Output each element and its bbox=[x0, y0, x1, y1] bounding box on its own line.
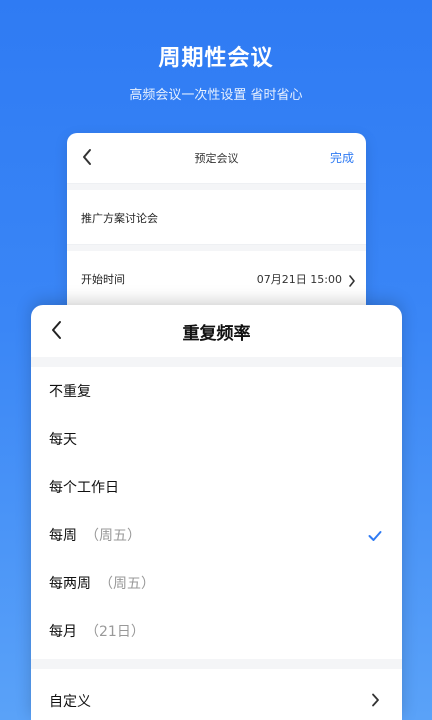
option-hint: （21日） bbox=[85, 624, 145, 640]
repeat-frequency-sheet: 重复频率 不重复 每天 每个工作日 每周 （周五） 每两周 （周五） 每月 （21日）… bbox=[31, 305, 402, 720]
option-custom[interactable]: 自定义 bbox=[31, 675, 402, 720]
option-daily[interactable]: 每天 bbox=[31, 415, 402, 463]
option-label: 每周 （周五） bbox=[49, 528, 141, 544]
option-weekly[interactable]: 每周 （周五） bbox=[31, 511, 402, 559]
hero-subtitle: 高频会议一次性设置 省时省心 bbox=[129, 88, 303, 103]
start-time-row[interactable]: 开始时间 07月21日 15:00 bbox=[67, 251, 366, 306]
custom-label: 自定义 bbox=[49, 694, 91, 710]
meeting-name-row[interactable]: 推广方案讨论会 bbox=[67, 190, 366, 245]
option-label: 每月 （21日） bbox=[49, 624, 145, 640]
option-hint: （周五） bbox=[99, 576, 155, 592]
meeting-name: 推广方案讨论会 bbox=[81, 212, 158, 225]
option-hint: （周五） bbox=[85, 528, 141, 544]
option-label: 每个工作日 bbox=[49, 480, 119, 496]
booking-card: 预定会议 完成 推广方案讨论会 开始时间 07月21日 15:00 bbox=[67, 133, 366, 318]
checkmark-icon bbox=[368, 527, 382, 541]
option-biweekly[interactable]: 每两周 （周五） bbox=[31, 559, 402, 607]
start-time-label: 开始时间 bbox=[81, 273, 125, 286]
booking-header: 预定会议 完成 bbox=[67, 133, 366, 184]
hero-title: 周期性会议 bbox=[158, 46, 274, 71]
option-monthly[interactable]: 每月 （21日） bbox=[31, 607, 402, 655]
section-divider bbox=[31, 357, 402, 367]
sheet-title: 重复频率 bbox=[182, 324, 251, 344]
booking-title: 预定会议 bbox=[194, 152, 239, 165]
sheet-header: 重复频率 bbox=[31, 305, 402, 357]
chevron-right-icon bbox=[371, 692, 380, 707]
option-no-repeat[interactable]: 不重复 bbox=[31, 367, 402, 415]
section-divider bbox=[31, 659, 402, 669]
start-time-value: 07月21日 15:00 bbox=[256, 273, 342, 286]
option-label: 每两周 （周五） bbox=[49, 576, 155, 592]
option-label: 不重复 bbox=[49, 384, 91, 400]
option-weekdays[interactable]: 每个工作日 bbox=[31, 463, 402, 511]
chevron-right-icon bbox=[348, 272, 356, 287]
done-button[interactable]: 完成 bbox=[330, 149, 354, 166]
option-label: 每天 bbox=[49, 432, 77, 448]
